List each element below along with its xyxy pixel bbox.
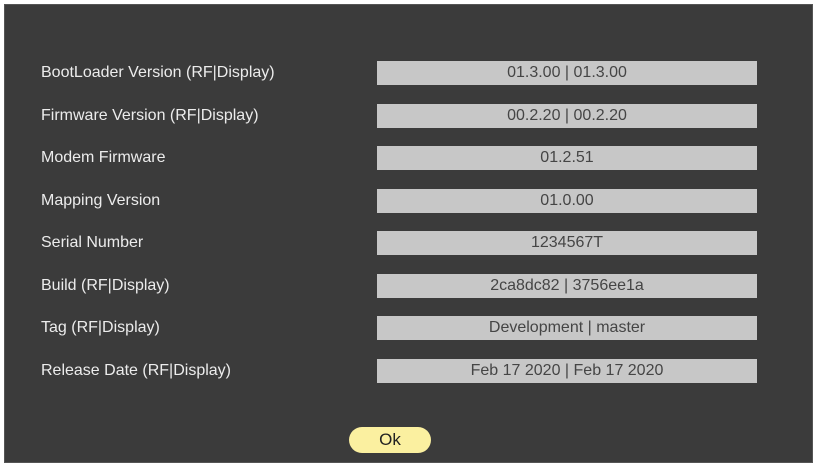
info-value: 2ca8dc82 | 3756ee1a bbox=[377, 273, 757, 298]
info-label: Tag (RF|Display) bbox=[41, 319, 160, 336]
info-value: 1234567T bbox=[377, 231, 757, 255]
info-label: Serial Number bbox=[41, 234, 144, 251]
info-row-modem-firmware: Modem Firmware 01.2.51 bbox=[5, 146, 812, 189]
info-label: Firmware Version (RF|Display) bbox=[41, 106, 259, 124]
info-value: 01.3.00 | 01.3.00 bbox=[377, 61, 757, 85]
info-row-release-date: Release Date (RF|Display) Feb 17 2020 | … bbox=[5, 358, 812, 402]
info-row-build: Build (RF|Display) 2ca8dc82 | 3756ee1a bbox=[5, 273, 812, 317]
info-value: 00.2.20 | 00.2.20 bbox=[377, 103, 757, 128]
info-label: Modem Firmware bbox=[41, 149, 166, 166]
info-label: BootLoader Version (RF|Display) bbox=[41, 64, 275, 81]
info-row-bootloader-version: BootLoader Version (RF|Display) 01.3.00 … bbox=[5, 61, 812, 104]
info-label: Mapping Version bbox=[41, 191, 161, 209]
info-value: Development | master bbox=[377, 316, 757, 340]
info-list: BootLoader Version (RF|Display) 01.3.00 … bbox=[5, 61, 812, 401]
info-value: Feb 17 2020 | Feb 17 2020 bbox=[377, 358, 757, 383]
info-value: 01.0.00 bbox=[377, 188, 757, 213]
info-label: Build (RF|Display) bbox=[41, 276, 170, 294]
version-info-dialog: BootLoader Version (RF|Display) 01.3.00 … bbox=[4, 4, 813, 463]
info-row-firmware-version: Firmware Version (RF|Display) 00.2.20 | … bbox=[5, 103, 812, 147]
info-row-tag: Tag (RF|Display) Development | master bbox=[5, 316, 812, 359]
info-row-serial-number: Serial Number 1234567T bbox=[5, 231, 812, 274]
info-label: Release Date (RF|Display) bbox=[41, 361, 231, 379]
ok-button[interactable]: Ok bbox=[349, 427, 431, 453]
info-row-mapping-version: Mapping Version 01.0.00 bbox=[5, 188, 812, 232]
info-value: 01.2.51 bbox=[377, 146, 757, 170]
